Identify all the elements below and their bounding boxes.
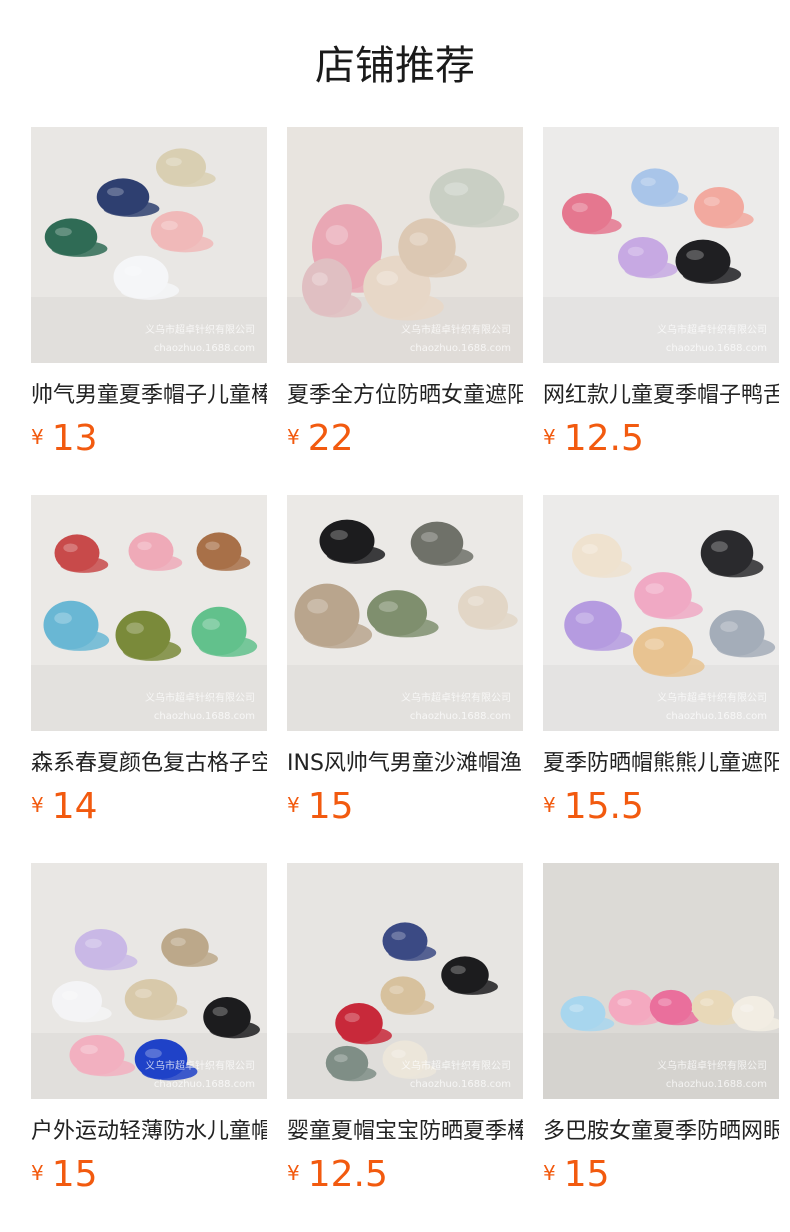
product-photo: 义乌市超卓针织有限公司 chaozhuo.1688.com	[31, 127, 267, 363]
product-price: ¥15	[543, 1153, 610, 1197]
watermark-company: 义乌市超卓针织有限公司	[401, 691, 511, 704]
product-photo: 义乌市超卓针织有限公司 chaozhuo.1688.com	[287, 127, 523, 363]
currency-symbol: ¥	[31, 1161, 44, 1185]
watermark-url: chaozhuo.1688.com	[154, 343, 255, 354]
price-value: 14	[51, 786, 98, 827]
product-image[interactable]: 义乌市超卓针织有限公司 chaozhuo.1688.com	[287, 863, 523, 1099]
product-image[interactable]: 义乌市超卓针织有限公司 chaozhuo.1688.com	[543, 127, 779, 363]
product-photo: 义乌市超卓针织有限公司 chaozhuo.1688.com	[543, 495, 779, 731]
currency-symbol: ¥	[287, 793, 300, 817]
price-value: 15	[307, 786, 354, 827]
watermark-company: 义乌市超卓针织有限公司	[401, 323, 511, 336]
currency-symbol: ¥	[31, 793, 44, 817]
product-price: ¥15.5	[543, 785, 644, 829]
watermark-company: 义乌市超卓针织有限公司	[657, 1059, 767, 1072]
currency-symbol: ¥	[543, 425, 556, 449]
product-price: ¥15	[287, 785, 354, 829]
product-price: ¥14	[31, 785, 98, 829]
currency-symbol: ¥	[543, 1161, 556, 1185]
product-photo: 义乌市超卓针织有限公司 chaozhuo.1688.com	[543, 127, 779, 363]
price-value: 15	[51, 1154, 98, 1195]
product-image[interactable]: 义乌市超卓针织有限公司 chaozhuo.1688.com	[287, 127, 523, 363]
watermark-url: chaozhuo.1688.com	[666, 343, 767, 354]
watermark-url: chaozhuo.1688.com	[666, 1079, 767, 1090]
product-name[interactable]: 婴童夏帽宝宝防晒夏季棒球帽	[287, 1115, 523, 1149]
watermark-company: 义乌市超卓针织有限公司	[145, 691, 255, 704]
watermark-company: 义乌市超卓针织有限公司	[657, 691, 767, 704]
product-photo: 义乌市超卓针织有限公司 chaozhuo.1688.com	[543, 863, 779, 1099]
price-value: 22	[307, 418, 354, 459]
watermark-url: chaozhuo.1688.com	[154, 1079, 255, 1090]
currency-symbol: ¥	[287, 425, 300, 449]
price-value: 15	[563, 1154, 610, 1195]
product-photo: 义乌市超卓针织有限公司 chaozhuo.1688.com	[287, 495, 523, 731]
product-price: ¥13	[31, 417, 98, 461]
watermark-url: chaozhuo.1688.com	[666, 711, 767, 722]
product-image[interactable]: 义乌市超卓针织有限公司 chaozhuo.1688.com	[543, 863, 779, 1099]
watermark-company: 义乌市超卓针织有限公司	[145, 323, 255, 336]
currency-symbol: ¥	[543, 793, 556, 817]
product-name[interactable]: 户外运动轻薄防水儿童帽子	[31, 1115, 267, 1149]
product-image[interactable]: 义乌市超卓针织有限公司 chaozhuo.1688.com	[31, 495, 267, 731]
price-value: 15.5	[563, 786, 644, 827]
watermark-url: chaozhuo.1688.com	[410, 711, 511, 722]
price-value: 12.5	[307, 1154, 388, 1195]
product-name[interactable]: 多巴胺女童夏季防晒网眼帽	[543, 1115, 779, 1149]
product-name[interactable]: 夏季防晒帽熊熊儿童遮阳帽	[543, 747, 779, 781]
product-photo: 义乌市超卓针织有限公司 chaozhuo.1688.com	[31, 495, 267, 731]
currency-symbol: ¥	[31, 425, 44, 449]
product-price: ¥22	[287, 417, 354, 461]
price-value: 13	[51, 418, 98, 459]
price-value: 12.5	[563, 418, 644, 459]
watermark-url: chaozhuo.1688.com	[154, 711, 255, 722]
product-name[interactable]: INS风帅气男童沙滩帽渔夫帽	[287, 747, 523, 781]
product-name[interactable]: 帅气男童夏季帽子儿童棒球帽	[31, 379, 267, 413]
section-title: 店铺推荐	[315, 43, 475, 89]
product-photo: 义乌市超卓针织有限公司 chaozhuo.1688.com	[287, 863, 523, 1099]
product-image[interactable]: 义乌市超卓针织有限公司 chaozhuo.1688.com	[31, 863, 267, 1099]
product-price: ¥12.5	[287, 1153, 388, 1197]
product-name[interactable]: 森系春夏颜色复古格子空顶帽	[31, 747, 267, 781]
watermark-company: 义乌市超卓针织有限公司	[145, 1059, 255, 1072]
product-price: ¥15	[31, 1153, 98, 1197]
product-image[interactable]: 义乌市超卓针织有限公司 chaozhuo.1688.com	[287, 495, 523, 731]
product-photo: 义乌市超卓针织有限公司 chaozhuo.1688.com	[31, 863, 267, 1099]
watermark-company: 义乌市超卓针织有限公司	[657, 323, 767, 336]
watermark-url: chaozhuo.1688.com	[410, 343, 511, 354]
product-image[interactable]: 义乌市超卓针织有限公司 chaozhuo.1688.com	[31, 127, 267, 363]
product-name[interactable]: 夏季全方位防晒女童遮阳帽	[287, 379, 523, 413]
watermark-company: 义乌市超卓针织有限公司	[401, 1059, 511, 1072]
currency-symbol: ¥	[287, 1161, 300, 1185]
watermark-url: chaozhuo.1688.com	[410, 1079, 511, 1090]
product-image[interactable]: 义乌市超卓针织有限公司 chaozhuo.1688.com	[543, 495, 779, 731]
product-name[interactable]: 网红款儿童夏季帽子鸭舌帽	[543, 379, 779, 413]
product-price: ¥12.5	[543, 417, 644, 461]
